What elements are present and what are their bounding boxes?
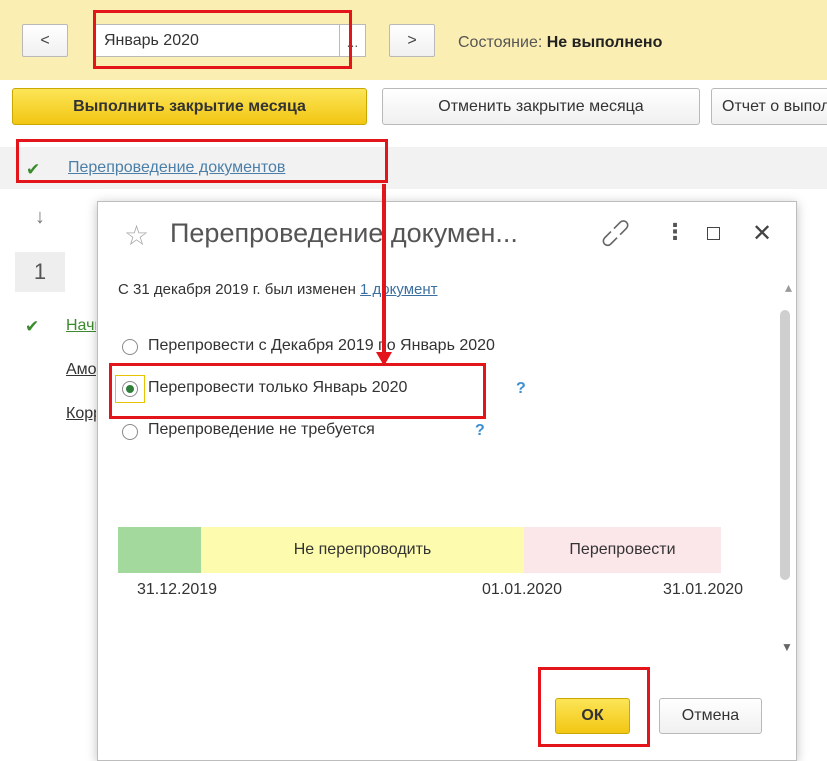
help-icon[interactable]: ? <box>516 380 526 398</box>
option-label[interactable]: Перепровести с Декабря 2019 по Январь 20… <box>148 337 495 355</box>
state-indicator: Состояние: Не выполнено <box>458 34 662 52</box>
option-radio[interactable] <box>122 424 138 440</box>
previous-period-button[interactable]: < <box>22 24 68 57</box>
annotation-frame <box>93 10 352 69</box>
timeline-segment-skip: Не перепроводить <box>201 527 524 573</box>
changed-documents-link[interactable]: 1 документ <box>360 281 437 298</box>
more-icon[interactable]: ⋮ <box>664 219 686 245</box>
scroll-down-icon[interactable]: ▼ <box>781 640 793 654</box>
list-item[interactable]: Амортизация <box>66 361 96 379</box>
state-label: Состояние: <box>458 34 543 51</box>
annotation-frame <box>16 139 388 183</box>
scrollbar-thumb[interactable] <box>780 310 790 580</box>
annotation-frame <box>538 667 650 747</box>
arrow-down-icon: ↓ <box>35 206 45 228</box>
maximize-icon[interactable] <box>707 227 720 240</box>
scroll-up-icon[interactable]: ▴ <box>785 279 792 296</box>
check-icon: ✔ <box>25 317 40 336</box>
close-month-button[interactable]: Выполнить закрытие месяца <box>12 88 367 125</box>
annotation-arrow-head <box>376 352 392 366</box>
next-period-button[interactable]: > <box>389 24 435 57</box>
annotation-frame <box>109 363 486 419</box>
timeline-date: 31.12.2019 <box>137 581 218 598</box>
timeline-segment-repost: Перепровести <box>524 527 721 573</box>
option-radio[interactable] <box>122 339 138 355</box>
list-item[interactable]: Начисление <box>66 317 96 335</box>
changed-info: С 31 декабря 2019 г. был изменен 1 докум… <box>118 281 438 298</box>
timeline-date: 01.01.2020 <box>482 581 563 598</box>
help-icon[interactable]: ? <box>475 422 485 440</box>
step-number: 1 <box>15 252 65 292</box>
changed-info-text: С 31 декабря 2019 г. был изменен <box>118 281 356 298</box>
annotation-arrow-line <box>382 184 386 356</box>
list-item[interactable]: Корректировка <box>66 405 96 423</box>
option-label[interactable]: Перепроведение не требуется <box>148 421 375 439</box>
cancel-close-month-button[interactable]: Отменить закрытие месяца <box>382 88 700 125</box>
state-value: Не выполнено <box>546 34 663 51</box>
cancel-button[interactable]: Отмена <box>659 698 762 734</box>
timeline-date: 31.01.2020 <box>663 581 744 598</box>
close-icon[interactable]: ✕ <box>752 219 772 248</box>
report-button[interactable]: Отчет о выполнении <box>711 88 827 125</box>
star-icon[interactable]: ☆ <box>124 219 149 252</box>
timeline-segment-locked <box>118 527 201 573</box>
dialog-title: Перепроведение докумен... <box>170 218 518 248</box>
